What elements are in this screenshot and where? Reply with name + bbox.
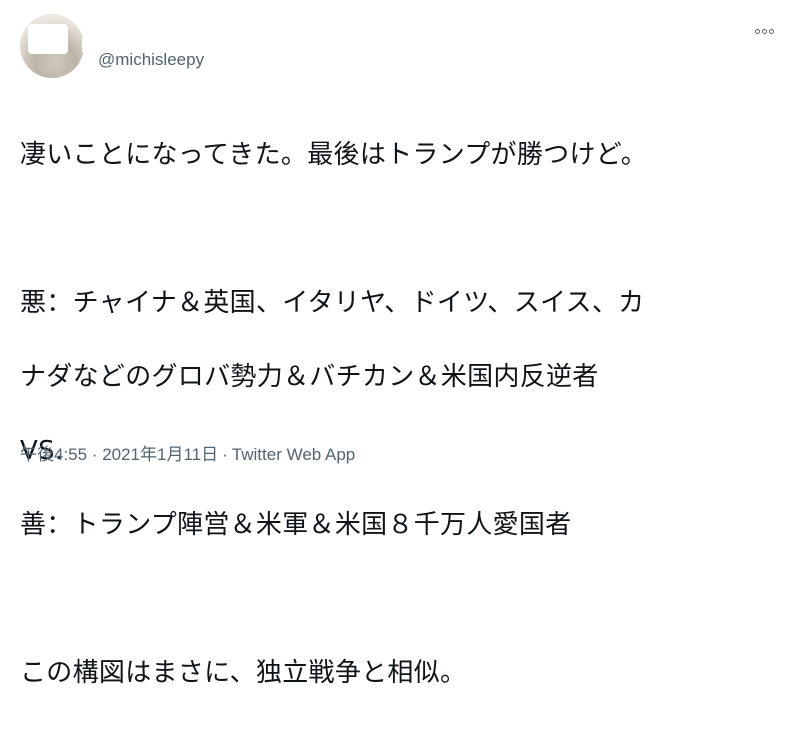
more-options-button[interactable] (748, 18, 780, 44)
tweet-line: 悪：チャイナ＆英国、イタリヤ、ドイツ、スイス、カ (20, 288, 645, 318)
tweet-line: この構図はまさに、独立戦争と相似。 (20, 658, 467, 688)
tweet-text: 凄いことになってきた。最後はトランプが勝つけど。 悪：チャイナ＆英国、イタリヤ、… (20, 100, 770, 729)
source-link[interactable]: Twitter Web App (232, 445, 355, 464)
timestamp-link[interactable]: 午後4:55 · 2021年1月11日 (20, 445, 218, 464)
tweet-line (20, 581, 770, 618)
avatar[interactable] (20, 14, 84, 78)
tweet-line: 善：トランプ陣営＆米軍＆米国８千万人愛国者 (20, 510, 572, 540)
tweet-meta: 午後4:55 · 2021年1月11日 · Twitter Web App (20, 440, 355, 465)
tweet-line: 凄いことになってきた。最後はトランプが勝つけど。 (20, 140, 648, 170)
user-handle[interactable]: @michisleepy (98, 50, 204, 70)
tweet-line (20, 211, 770, 248)
meta-separator: · (222, 445, 228, 464)
avatar-redaction (28, 24, 68, 54)
more-horizontal-icon (754, 28, 774, 34)
tweet-line: ナダなどのグロバ勢力＆バチカン＆米国内反逆者 (20, 362, 599, 392)
tweet-card: @michisleepy 凄いことになってきた。最後はトランプが勝つけど。 悪：… (0, 0, 785, 688)
user-header: @michisleepy (82, 38, 302, 72)
